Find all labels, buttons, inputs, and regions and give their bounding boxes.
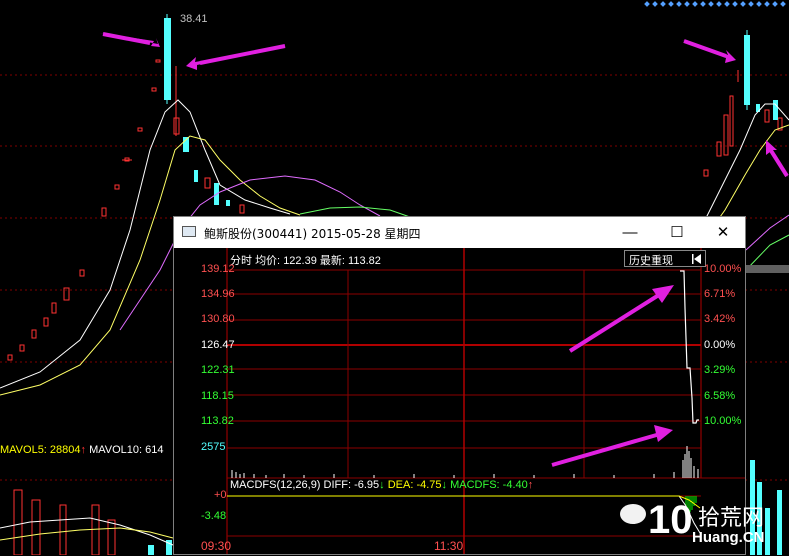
volume-indicator-labels: MAVOL5: 28804↑ MAVOL10: 614	[0, 444, 163, 456]
peak-price-label: 38.41	[180, 13, 208, 25]
mavol5-arrow: ↑	[80, 444, 87, 456]
watermark: 10 拾荒网 Huang.CN	[620, 496, 789, 555]
watermark-text-en: Huang.CN	[692, 529, 765, 546]
watermark-number: 10	[648, 498, 693, 542]
mavol5-label: MAVOL5: 28804	[0, 444, 81, 456]
mavol10-label: MAVOL10: 614	[89, 444, 164, 456]
wechat-icon	[620, 504, 646, 524]
watermark-text-cn: 拾荒网	[698, 506, 765, 531]
